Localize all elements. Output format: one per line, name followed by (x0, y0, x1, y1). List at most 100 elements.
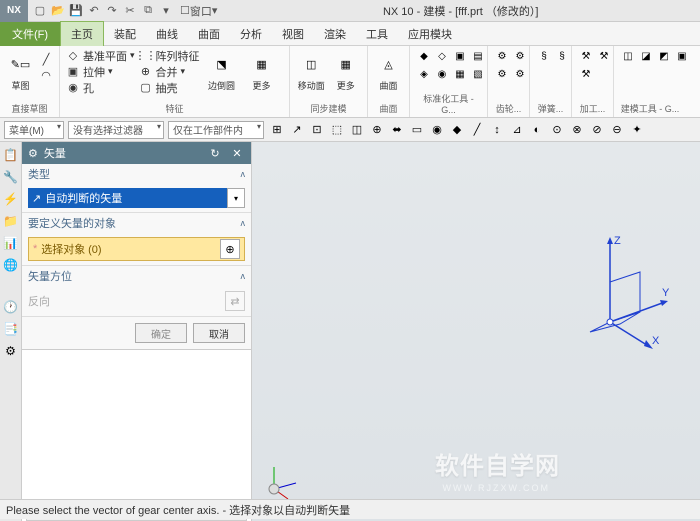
ok-button[interactable]: 确定 (135, 323, 187, 343)
nav-part-icon[interactable]: 📋 (2, 146, 20, 164)
graphics-canvas[interactable]: Z Y X 软件自学网 WWW.RJZXW.COM (252, 142, 700, 521)
nav-system-icon[interactable]: ⚙ (2, 342, 20, 360)
feature-more-button[interactable]: ▦ 更多 (244, 48, 280, 96)
nav-constraint-icon[interactable]: ⚡ (2, 190, 20, 208)
selbar-icon[interactable]: ⊡ (308, 121, 326, 139)
sketch-arc-icon[interactable]: ◠ (39, 68, 53, 83)
reverse-button[interactable]: ⇄ (225, 291, 245, 311)
gear-tool-icon[interactable]: ⚙ (512, 48, 528, 64)
nav-reuse-icon[interactable]: 📁 (2, 212, 20, 230)
selbar-icon[interactable]: ↗ (288, 121, 306, 139)
std-tool-icon[interactable]: ◈ (416, 66, 432, 82)
qat-redo-icon[interactable]: ↷ (104, 3, 120, 19)
tab-curve[interactable]: 曲线 (146, 22, 188, 46)
std-tool-icon[interactable]: ◇ (434, 48, 450, 64)
selbar-icon[interactable]: ⊙ (548, 121, 566, 139)
surface-button[interactable]: ◬ 曲面 (374, 48, 403, 96)
machining-tool-icon[interactable]: ⚒ (578, 66, 594, 82)
section-type-header[interactable]: 类型 ʌ (22, 164, 251, 184)
qat-save-icon[interactable]: 💾 (68, 3, 84, 19)
qat-window-icon[interactable]: ☐窗口▾ (176, 3, 221, 19)
selbar-icon[interactable]: ╱ (468, 121, 486, 139)
edge-blend-button[interactable]: ⬔ 边倒圆 (204, 48, 240, 96)
gear-tool-icon[interactable]: ⚙ (512, 66, 528, 82)
selbar-icon[interactable]: ✦ (628, 121, 646, 139)
nav-assembly-icon[interactable]: 🔧 (2, 168, 20, 186)
qat-open-icon[interactable]: 📂 (50, 3, 66, 19)
vector-type-dropdown[interactable]: ▾ (227, 188, 245, 208)
qat-more-icon[interactable]: ▾ (158, 3, 174, 19)
machining-tool-icon[interactable]: ⚒ (596, 48, 612, 64)
unite-button[interactable]: ⊕合并 ▾ (139, 64, 200, 79)
nav-browser-icon[interactable]: 🌐 (2, 256, 20, 274)
pattern-button[interactable]: ⋮⋮阵列特征 (139, 48, 200, 63)
menu-dropdown[interactable]: 菜单(M) (4, 121, 64, 139)
sketch-line-icon[interactable]: ╱ (39, 52, 53, 67)
selbar-icon[interactable]: ↕ (488, 121, 506, 139)
sync-more-button[interactable]: ▦ 更多 (331, 48, 362, 96)
std-tool-icon[interactable]: ◆ (416, 48, 432, 64)
extrude-button[interactable]: ▣拉伸 ▾ (66, 64, 135, 79)
selbar-icon[interactable]: ⊞ (268, 121, 286, 139)
tab-application[interactable]: 应用模块 (398, 22, 462, 46)
scope-dropdown[interactable]: 仅在工作部件内 (168, 121, 264, 139)
model-tool-icon[interactable]: ◫ (620, 48, 636, 64)
qat-undo-icon[interactable]: ↶ (86, 3, 102, 19)
selbar-icon[interactable]: ▭ (408, 121, 426, 139)
sketch-button[interactable]: ✎▭ 草图 (6, 48, 35, 96)
tab-home[interactable]: 主页 (60, 21, 104, 46)
qat-new-icon[interactable]: ▢ (32, 3, 48, 19)
tab-analysis[interactable]: 分析 (230, 22, 272, 46)
tab-surface[interactable]: 曲面 (188, 22, 230, 46)
std-tool-icon[interactable]: ▤ (470, 48, 486, 64)
select-object-row[interactable]: * 选择对象 (0) ⊕ (28, 237, 245, 261)
spring-tool-icon[interactable]: § (536, 48, 552, 64)
nav-hd3d-icon[interactable]: 📊 (2, 234, 20, 252)
dialog-reset-icon[interactable]: ↻ (207, 145, 223, 161)
selbar-icon[interactable]: ◉ (428, 121, 446, 139)
model-tool-icon[interactable]: ▣ (674, 48, 690, 64)
selbar-icon[interactable]: ⬚ (328, 121, 346, 139)
qat-copy-icon[interactable]: ⧉ (140, 3, 156, 19)
filter-dropdown[interactable]: 没有选择过滤器 (68, 121, 164, 139)
selbar-icon[interactable]: ◫ (348, 121, 366, 139)
section-define-header[interactable]: 要定义矢量的对象 ʌ (22, 213, 251, 233)
spring-tool-icon[interactable]: § (554, 48, 570, 64)
std-tool-icon[interactable]: ▧ (470, 66, 486, 82)
tab-assembly[interactable]: 装配 (104, 22, 146, 46)
select-target-icon[interactable]: ⊕ (220, 239, 240, 259)
model-tool-icon[interactable]: ◪ (638, 48, 654, 64)
gear-tool-icon[interactable]: ⚙ (494, 48, 510, 64)
selbar-icon[interactable]: ⬌ (388, 121, 406, 139)
selbar-icon[interactable]: ◆ (448, 121, 466, 139)
tab-view[interactable]: 视图 (272, 22, 314, 46)
hole-button[interactable]: ◉孔 (66, 80, 135, 95)
dialog-close-icon[interactable]: ✕ (229, 145, 245, 161)
tab-render[interactable]: 渲染 (314, 22, 356, 46)
std-tool-icon[interactable]: ▦ (452, 66, 468, 82)
gear-tool-icon[interactable]: ⚙ (494, 66, 510, 82)
selbar-icon[interactable]: ◐ (528, 121, 546, 139)
shell-button[interactable]: ▢抽壳 (139, 80, 200, 95)
selbar-icon[interactable]: ⊕ (368, 121, 386, 139)
tab-tools[interactable]: 工具 (356, 22, 398, 46)
selbar-icon[interactable]: ⊖ (608, 121, 626, 139)
file-menu[interactable]: 文件(F) (0, 22, 60, 46)
qat-cut-icon[interactable]: ✂ (122, 3, 138, 19)
selbar-icon[interactable]: ⊘ (588, 121, 606, 139)
selbar-icon[interactable]: ⊿ (508, 121, 526, 139)
std-tool-icon[interactable]: ▣ (452, 48, 468, 64)
selbar-icon[interactable]: ⊗ (568, 121, 586, 139)
datum-plane-button[interactable]: ◇基准平面 ▾ (66, 48, 135, 63)
std-tool-icon[interactable]: ◉ (434, 66, 450, 82)
nav-roles-icon[interactable]: 📑 (2, 320, 20, 338)
coordinate-triad[interactable]: Z Y X (580, 232, 670, 352)
move-face-button[interactable]: ◫ 移动面 (296, 48, 327, 96)
model-tool-icon[interactable]: ◩ (656, 48, 672, 64)
dialog-list-area (22, 349, 251, 521)
section-orient-header[interactable]: 矢量方位 ʌ (22, 266, 251, 286)
vector-type-select[interactable]: ↗ 自动判断的矢量 (28, 188, 227, 208)
nav-history-icon[interactable]: 🕐 (2, 298, 20, 316)
machining-tool-icon[interactable]: ⚒ (578, 48, 594, 64)
cancel-button[interactable]: 取消 (193, 323, 245, 343)
